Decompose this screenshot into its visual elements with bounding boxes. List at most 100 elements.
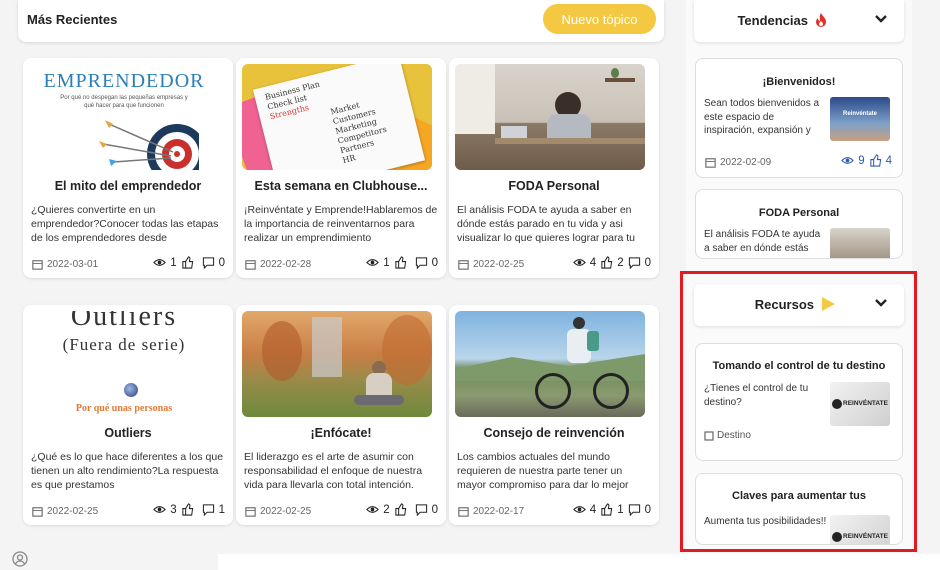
post-thumbnail — [455, 64, 645, 170]
like-icon[interactable] — [181, 503, 194, 516]
eye-icon — [366, 259, 380, 266]
comment-icon[interactable] — [202, 256, 215, 269]
comment-icon[interactable] — [628, 256, 641, 269]
likes-count: 2 — [617, 256, 624, 269]
comments-count: 0 — [431, 256, 438, 269]
trending-date: 2022-02-09 — [704, 156, 771, 169]
post-date-text: 2022-03-01 — [47, 259, 99, 270]
eye-icon — [841, 157, 855, 164]
target-illustration — [99, 120, 199, 170]
views-count: 3 — [170, 503, 177, 516]
comment-icon[interactable] — [628, 503, 641, 516]
post-date: 2022-02-25 — [31, 505, 98, 518]
eye-icon — [153, 506, 167, 513]
post-stats: 2 0 — [366, 503, 438, 516]
resource-card[interactable]: Tomando el control de tu destino ¿Tienes… — [695, 343, 903, 461]
eye-icon — [572, 506, 586, 513]
trending-date-text: 2022-02-09 — [720, 157, 772, 168]
post-title[interactable]: Consejo de reinvención — [449, 426, 659, 440]
views-count: 1 — [383, 256, 390, 269]
resource-card[interactable]: Claves para aumentar tus Aumenta tus pos… — [695, 473, 903, 545]
trending-description: El análisis FODA te ayuda a saber en dón… — [704, 229, 821, 254]
comment-icon[interactable] — [415, 503, 428, 516]
thumb-label: REINVÉNTATE — [843, 400, 888, 407]
calendar-icon — [245, 507, 256, 517]
post-stats: 3 1 — [153, 503, 225, 516]
post-card[interactable]: EMPRENDEDOR Por qué no despegan las pequ… — [23, 58, 233, 278]
post-title[interactable]: El mito del emprendedor — [23, 179, 233, 193]
thumb-subtitle: Por qué no despegan las pequeñas empresa… — [60, 95, 188, 109]
trending-thumbnail: Reinvéntate — [830, 97, 890, 141]
post-date: 2022-02-17 — [457, 505, 524, 518]
views-count: 1 — [170, 256, 177, 269]
post-title[interactable]: Esta semana en Clubhouse... — [236, 179, 446, 193]
comments-count: 1 — [218, 503, 225, 516]
tag-icon — [704, 430, 714, 441]
like-icon[interactable] — [869, 154, 882, 167]
chevron-down-icon[interactable] — [872, 10, 890, 28]
resource-title[interactable]: Tomando el control de tu destino — [696, 360, 902, 372]
resource-tag: Destino — [704, 430, 751, 441]
like-icon[interactable] — [181, 256, 194, 269]
thumb-subtitle: (Fuera de serie) — [62, 335, 186, 354]
tendencias-header[interactable]: Tendencias — [694, 0, 904, 42]
post-stats: 1 0 — [366, 256, 438, 269]
post-card[interactable]: Consejo de reinvención Los cambios actua… — [449, 305, 659, 525]
trending-title[interactable]: ¡Bienvenidos! — [696, 76, 902, 88]
resource-thumbnail: REINVÉNTATE — [830, 515, 890, 544]
user-avatar-icon[interactable] — [12, 551, 28, 567]
resource-tag-text: Destino — [717, 430, 751, 441]
like-icon[interactable] — [600, 256, 613, 269]
post-thumbnail: Outliers (Fuera de serie) Por qué unas p… — [29, 311, 219, 417]
post-title[interactable]: ¡Enfócate! — [236, 426, 446, 440]
trending-title[interactable]: FODA Personal — [696, 207, 902, 219]
post-description: ¿Quieres convertirte en un emprendedor?C… — [31, 204, 219, 244]
play-icon — [822, 297, 835, 311]
post-date: 2022-02-28 — [244, 258, 311, 271]
post-thumbnail: EMPRENDEDOR Por qué no despegan las pequ… — [29, 64, 219, 170]
post-card[interactable]: Outliers (Fuera de serie) Por qué unas p… — [23, 305, 233, 525]
post-date: 2022-02-25 — [457, 258, 524, 271]
recursos-header[interactable]: Recursos — [694, 284, 904, 326]
post-description: ¿Qué es lo que hace diferentes a los que… — [31, 451, 224, 491]
recent-header: Más Recientes Nuevo tópico — [18, 0, 664, 42]
tendencias-label: Tendencias — [737, 12, 808, 28]
views-count: 2 — [383, 503, 390, 516]
post-date: 2022-03-01 — [31, 258, 98, 271]
comments-count: 0 — [644, 503, 651, 516]
post-date: 2022-02-25 — [244, 505, 311, 518]
thumb-caption: Por qué unas personas — [75, 403, 173, 414]
chevron-down-icon[interactable] — [872, 294, 890, 312]
post-title[interactable]: FODA Personal — [449, 179, 659, 193]
likes-count: 4 — [885, 154, 892, 167]
comment-icon[interactable] — [202, 503, 215, 516]
post-thumbnail: Business Plan Check list Strengths Marke… — [242, 64, 432, 170]
eye-icon — [153, 259, 167, 266]
trending-card[interactable]: ¡Bienvenidos! Sean todos bienvenidos a e… — [695, 58, 903, 178]
calendar-icon — [32, 507, 43, 517]
like-icon[interactable] — [600, 503, 613, 516]
post-card[interactable]: ¡Enfócate! El liderazgo es el arte de as… — [236, 305, 446, 525]
views-count: 9 — [858, 154, 865, 167]
post-card[interactable]: Business Plan Check list Strengths Marke… — [236, 58, 446, 278]
like-icon[interactable] — [394, 256, 407, 269]
post-thumbnail — [242, 311, 432, 417]
post-date-text: 2022-02-17 — [473, 506, 525, 517]
calendar-icon — [458, 507, 469, 517]
post-title[interactable]: Outliers — [23, 426, 233, 440]
eye-icon — [366, 506, 380, 513]
trending-card[interactable]: FODA Personal El análisis FODA te ayuda … — [695, 189, 903, 259]
post-stats: 4 1 0 — [572, 503, 651, 516]
resource-title[interactable]: Claves para aumentar tus — [696, 490, 902, 502]
post-description: Los cambios actuales del mundo requieren… — [457, 451, 629, 491]
post-description: El liderazgo es el arte de asumir con re… — [244, 451, 423, 491]
comment-icon[interactable] — [415, 256, 428, 269]
like-icon[interactable] — [394, 503, 407, 516]
recursos-label: Recursos — [754, 296, 814, 312]
trending-stats: 9 4 — [841, 154, 892, 167]
flame-icon — [816, 13, 826, 27]
post-card[interactable]: FODA Personal El análisis FODA te ayuda … — [449, 58, 659, 278]
resource-thumbnail: REINVÉNTATE — [830, 382, 890, 426]
post-date-text: 2022-02-25 — [260, 506, 312, 517]
new-topic-button[interactable]: Nuevo tópico — [543, 4, 656, 34]
